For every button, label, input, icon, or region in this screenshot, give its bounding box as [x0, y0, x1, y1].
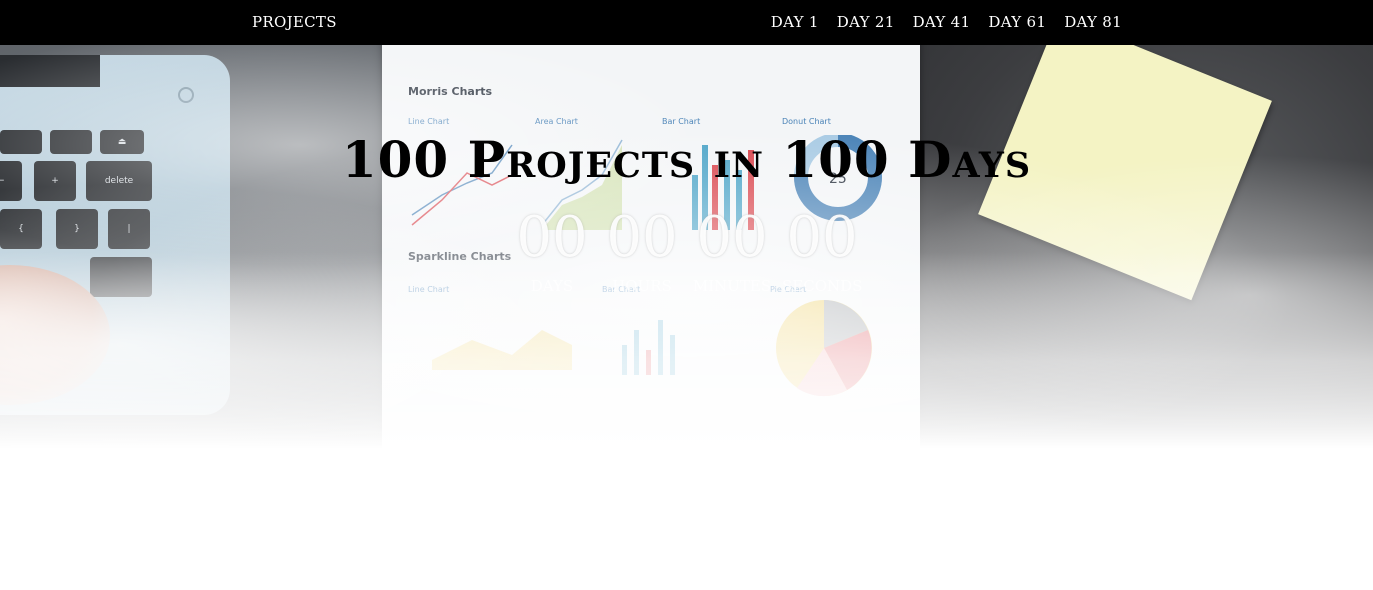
laptop-image: ⏏ − + delete { } | — [0, 55, 230, 415]
keyboard-key — [90, 257, 152, 297]
countdown-hours: 00 HOURS — [602, 205, 682, 305]
paper-sparkline-graphic — [432, 300, 872, 397]
countdown-hours-value: 00 — [606, 205, 678, 270]
countdown-minutes: 00 MINUTES — [692, 205, 772, 305]
countdown-minutes-value: 00 — [696, 205, 768, 270]
countdown-seconds: 00 SECONDS — [782, 205, 862, 305]
paper-chart-label: Line Chart — [408, 285, 450, 294]
paper-chart-label: Donut Chart — [782, 117, 831, 126]
paper-heading: Morris Charts — [408, 85, 493, 98]
brand-link[interactable]: PROJECTS — [252, 13, 337, 31]
nav-link-day-61[interactable]: DAY 61 — [988, 13, 1046, 31]
nav-link-day-1[interactable]: DAY 1 — [771, 13, 819, 31]
countdown-seconds-label: SECONDS — [782, 277, 863, 295]
countdown-days-value: 00 — [516, 205, 588, 270]
nav-link-day-41[interactable]: DAY 41 — [913, 13, 971, 31]
countdown-timer: 00 DAYS 00 HOURS 00 MINUTES 00 SECONDS — [512, 205, 862, 305]
countdown-minutes-label: MINUTES — [692, 277, 772, 295]
nav-link-day-81[interactable]: DAY 81 — [1064, 13, 1122, 31]
top-navbar: PROJECTS DAY 1 DAY 21 DAY 41 DAY 61 DAY … — [0, 0, 1373, 45]
nav-link-day-21[interactable]: DAY 21 — [837, 13, 895, 31]
laptop-screen-edge — [0, 55, 100, 87]
paper-heading: Sparkline Charts — [408, 250, 512, 263]
hero-background: ⏏ − + delete { } | Morris Charts Line Ch… — [0, 45, 1373, 590]
countdown-seconds-value: 00 — [786, 205, 858, 270]
power-button-icon — [178, 87, 194, 103]
nav-links: DAY 1 DAY 21 DAY 41 DAY 61 DAY 81 — [771, 13, 1122, 31]
page-title: 100 Projects in 100 Days — [341, 130, 1032, 189]
keyboard-key: | — [108, 209, 150, 249]
countdown-days: 00 DAYS — [512, 205, 592, 305]
keyboard-key: } — [56, 209, 98, 249]
paper-chart-label: Bar Chart — [662, 117, 701, 126]
countdown-hours-label: HOURS — [612, 277, 672, 295]
paper-chart-label: Line Chart — [408, 117, 450, 126]
countdown-days-label: DAYS — [530, 277, 574, 295]
paper-chart-label: Area Chart — [535, 117, 578, 126]
keyboard-key: { — [0, 209, 42, 249]
